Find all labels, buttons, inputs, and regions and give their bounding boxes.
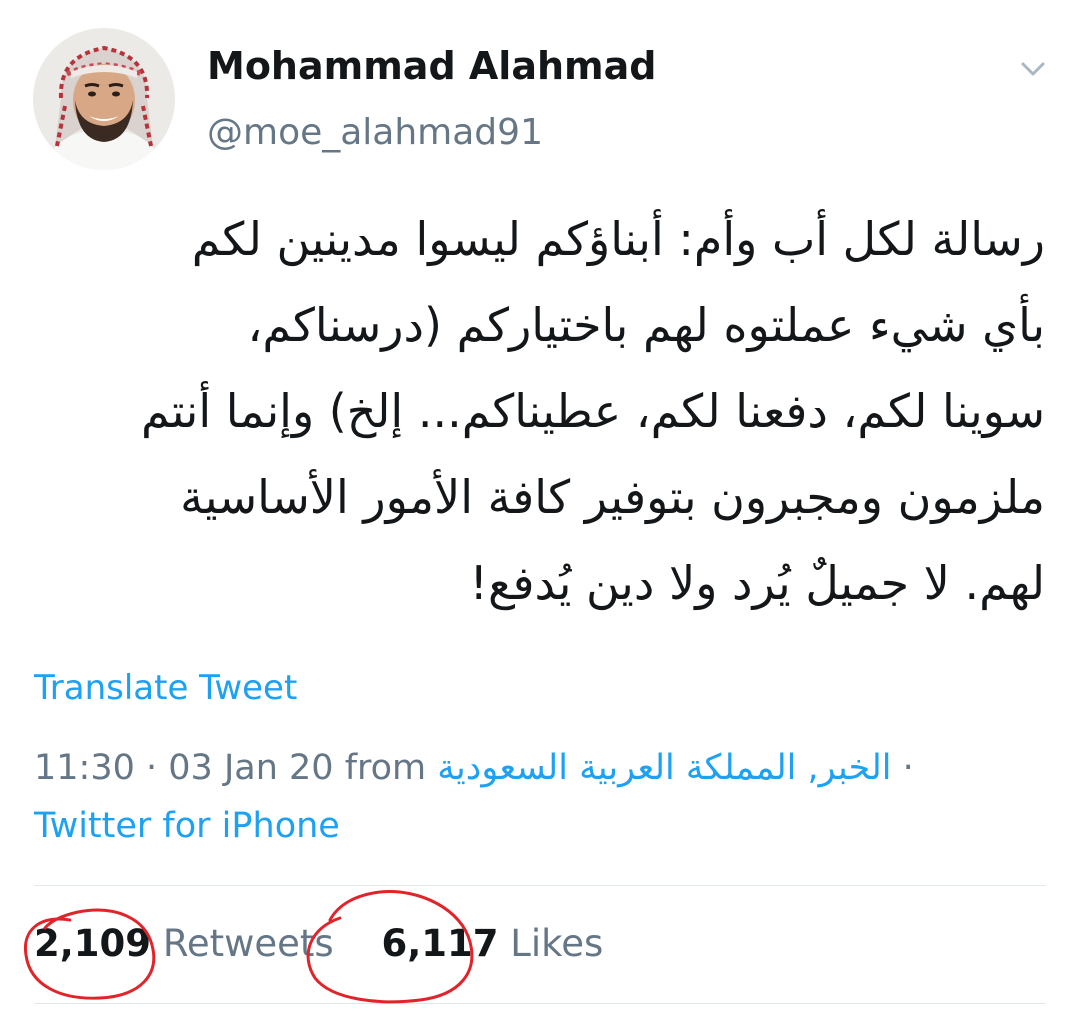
tweet-text-line: لهم. لا جميلٌ يُرد ولا دين يُدفع! bbox=[469, 556, 1045, 610]
tweet-detail: Mohammad Alahmad @moe_alahmad91 رسالة لك… bbox=[0, 0, 1080, 1027]
tweet-time: 11:30 bbox=[34, 748, 135, 788]
divider bbox=[34, 885, 1046, 886]
tweet-text-line: سوينا لكم، دفعنا لكم، عطيناكم... إلخ) وإ… bbox=[141, 384, 1045, 438]
tweet-date: 03 Jan 20 bbox=[168, 748, 334, 788]
likes-stat[interactable]: 6,117 Likes bbox=[381, 922, 603, 965]
tweet-source-link[interactable]: Twitter for iPhone bbox=[34, 806, 340, 846]
profile-photo bbox=[33, 28, 175, 170]
tweet-text-line: رسالة لكل أب وأم: أبناؤكم ليسوا مدينين ل… bbox=[191, 212, 1045, 266]
divider bbox=[34, 1003, 1046, 1004]
tweet-location-link[interactable]: الخبر, المملكة العربية السعودية bbox=[437, 748, 891, 788]
avatar[interactable] bbox=[33, 28, 175, 170]
retweets-stat[interactable]: 2,109 Retweets bbox=[34, 922, 345, 965]
meta-separator: · bbox=[902, 748, 914, 788]
tweet-meta: 11:30 · 03 Jan 20 from الخبر, المملكة ال… bbox=[34, 748, 914, 788]
display-name[interactable]: Mohammad Alahmad bbox=[207, 44, 656, 88]
user-handle[interactable]: @moe_alahmad91 bbox=[207, 112, 543, 153]
retweets-count: 2,109 bbox=[34, 922, 152, 965]
retweets-label: Retweets bbox=[162, 922, 334, 965]
likes-count: 6,117 bbox=[381, 922, 499, 965]
translate-tweet-link[interactable]: Translate Tweet bbox=[34, 668, 297, 708]
from-label: from bbox=[344, 748, 438, 788]
tweet-text-line: ملزمون ومجبرون بتوفير كافة الأمور الأساس… bbox=[180, 470, 1045, 524]
likes-label: Likes bbox=[510, 922, 604, 965]
tweet-stats: 2,109 Retweets 6,117 Likes bbox=[34, 922, 603, 965]
meta-separator: · bbox=[146, 748, 169, 788]
tweet-text-line: بأي شيء عملتوه لهم باختياركم (درسناكم، bbox=[247, 298, 1046, 352]
chevron-down-icon[interactable] bbox=[1016, 52, 1050, 86]
tweet-text: رسالة لكل أب وأم: أبناؤكم ليسوا مدينين ل… bbox=[30, 196, 1045, 626]
